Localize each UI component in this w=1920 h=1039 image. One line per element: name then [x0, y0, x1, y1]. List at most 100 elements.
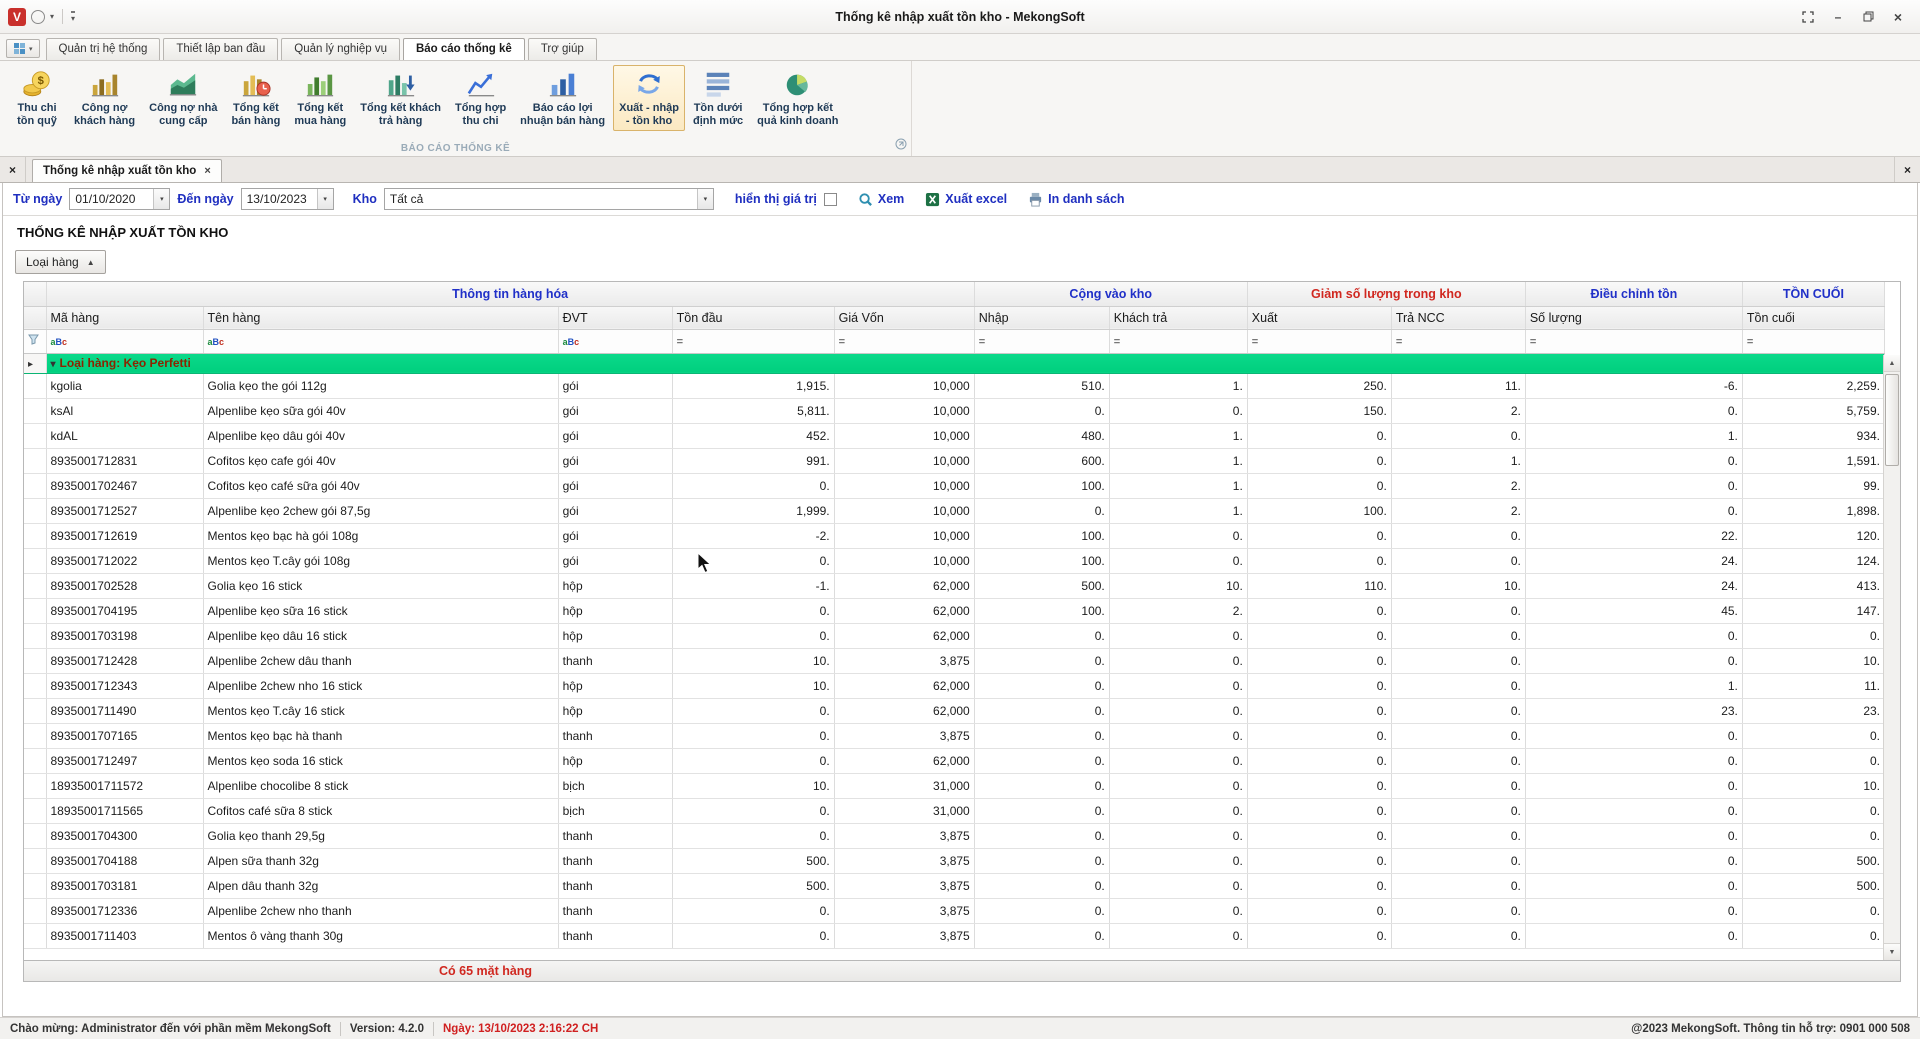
cell[interactable]: 452. — [672, 423, 834, 448]
cell[interactable]: thanh — [558, 648, 672, 673]
cell[interactable]: 8935001704300 — [46, 823, 203, 848]
cell[interactable]: 23. — [1742, 698, 1884, 723]
cell[interactable]: 8935001712428 — [46, 648, 203, 673]
band-header[interactable]: Điều chỉnh tồn — [1525, 282, 1742, 306]
cell[interactable]: 480. — [974, 423, 1109, 448]
collapse-group-icon[interactable]: ▾ — [51, 359, 56, 370]
column-header[interactable]: Tồn cuối — [1742, 306, 1884, 329]
filter-cell[interactable]: = — [1391, 329, 1525, 353]
cell[interactable]: 3,875 — [834, 898, 974, 923]
scroll-down-button[interactable]: ▼ — [1884, 943, 1900, 960]
close-button[interactable]: × — [1884, 7, 1912, 27]
cell[interactable]: 3,875 — [834, 723, 974, 748]
cell[interactable]: Cofitos kẹo cafe gói 40v — [203, 448, 558, 473]
cell[interactable]: 8935001712497 — [46, 748, 203, 773]
menu-tab-5[interactable]: Trợ giúp — [528, 38, 597, 60]
cell[interactable]: 0. — [1247, 523, 1391, 548]
ribbon-button[interactable]: Công nợ khách hàng — [68, 65, 141, 131]
cell[interactable]: 2. — [1391, 473, 1525, 498]
cell[interactable]: 0. — [1109, 648, 1247, 673]
cell[interactable]: 0. — [1391, 698, 1525, 723]
cell[interactable]: thanh — [558, 723, 672, 748]
cell[interactable]: 0. — [1109, 548, 1247, 573]
cell[interactable]: 0. — [974, 648, 1109, 673]
cell[interactable]: 0. — [974, 773, 1109, 798]
cell[interactable]: 0. — [1109, 773, 1247, 798]
cell[interactable]: 0. — [672, 923, 834, 948]
column-header[interactable]: Tên hàng — [203, 306, 558, 329]
cell[interactable]: 0. — [1525, 773, 1742, 798]
cell[interactable]: 23. — [1525, 698, 1742, 723]
filter-cell[interactable]: = — [1247, 329, 1391, 353]
scrollbar-thumb[interactable] — [1885, 374, 1899, 466]
cell[interactable]: 0. — [1247, 548, 1391, 573]
cell[interactable]: gói — [558, 548, 672, 573]
cell[interactable]: 100. — [974, 473, 1109, 498]
chevron-down-icon[interactable]: ▾ — [50, 12, 54, 21]
filter-cell[interactable]: = — [1109, 329, 1247, 353]
cell[interactable]: 62,000 — [834, 698, 974, 723]
cell[interactable]: 31,000 — [834, 773, 974, 798]
cell[interactable]: 10. — [1742, 773, 1884, 798]
filter-cell[interactable]: = — [834, 329, 974, 353]
cell[interactable]: 0. — [1109, 823, 1247, 848]
cell[interactable]: 0. — [1247, 823, 1391, 848]
cell[interactable]: 0. — [672, 623, 834, 648]
cell[interactable]: 0. — [974, 398, 1109, 423]
cell[interactable]: kdAL — [46, 423, 203, 448]
cell[interactable]: 500. — [1742, 848, 1884, 873]
cell[interactable]: 0. — [974, 848, 1109, 873]
group-row[interactable]: ▸▾Loại hàng: Kẹo Perfetti — [24, 353, 1885, 373]
cell[interactable]: 0. — [1525, 848, 1742, 873]
cell[interactable]: 62,000 — [834, 673, 974, 698]
cell[interactable]: 413. — [1742, 573, 1884, 598]
cell[interactable]: 3,875 — [834, 648, 974, 673]
cell[interactable]: Mentos ô vàng thanh 30g — [203, 923, 558, 948]
filter-cell[interactable]: aBc — [203, 329, 558, 353]
cell[interactable]: Alpenlibe chocolibe 8 stick — [203, 773, 558, 798]
cell[interactable]: 100. — [974, 598, 1109, 623]
cell[interactable]: 8935001712343 — [46, 673, 203, 698]
dropdown-arrow-icon[interactable]: ▾ — [697, 189, 713, 209]
cell[interactable]: Mentos kẹo bạc hà thanh — [203, 723, 558, 748]
cell[interactable]: Golia kẹo 16 stick — [203, 573, 558, 598]
cell[interactable]: 934. — [1742, 423, 1884, 448]
cell[interactable]: 0. — [1247, 923, 1391, 948]
cell[interactable]: 0. — [1247, 698, 1391, 723]
cell[interactable]: 8935001707165 — [46, 723, 203, 748]
cell[interactable]: 100. — [974, 523, 1109, 548]
cell[interactable]: hộp — [558, 748, 672, 773]
cell[interactable]: 0. — [974, 798, 1109, 823]
cell[interactable]: Alpenlibe 2chew nho thanh — [203, 898, 558, 923]
to-date-input[interactable]: 13/10/2023 ▾ — [241, 188, 334, 210]
cell[interactable]: 0. — [1109, 698, 1247, 723]
cell[interactable]: 0. — [1247, 748, 1391, 773]
close-tab-icon[interactable]: × — [204, 165, 210, 177]
cell[interactable]: 0. — [1109, 623, 1247, 648]
cell[interactable]: 10. — [672, 773, 834, 798]
cell[interactable]: 0. — [1109, 523, 1247, 548]
cell[interactable]: 1,591. — [1742, 448, 1884, 473]
cell[interactable]: hộp — [558, 698, 672, 723]
cell[interactable]: 0. — [1525, 873, 1742, 898]
cell[interactable]: 0. — [1525, 448, 1742, 473]
ribbon-button[interactable]: Tổng kết mua hàng — [288, 65, 352, 131]
restore-button[interactable] — [1854, 7, 1882, 27]
cell[interactable]: 22. — [1525, 523, 1742, 548]
column-header[interactable]: Nhập — [974, 306, 1109, 329]
cell[interactable]: 0. — [1391, 798, 1525, 823]
cell[interactable]: 24. — [1525, 573, 1742, 598]
filter-cell[interactable]: = — [1525, 329, 1742, 353]
cell[interactable]: 3,875 — [834, 823, 974, 848]
column-header[interactable]: Khách trả — [1109, 306, 1247, 329]
cell[interactable]: 10,000 — [834, 423, 974, 448]
dropdown-arrow-icon[interactable]: ▾ — [317, 189, 333, 209]
cell[interactable]: 2. — [1391, 398, 1525, 423]
cell[interactable]: 0. — [1247, 673, 1391, 698]
menu-tab-2[interactable]: Thiết lập ban đầu — [163, 38, 278, 60]
cell[interactable]: Mentos kẹo T.cây 16 stick — [203, 698, 558, 723]
cell[interactable]: 0. — [672, 548, 834, 573]
cell[interactable]: 0. — [1247, 798, 1391, 823]
cell[interactable]: 1. — [1109, 373, 1247, 398]
warehouse-select[interactable]: Tất cả ▾ — [384, 188, 714, 210]
